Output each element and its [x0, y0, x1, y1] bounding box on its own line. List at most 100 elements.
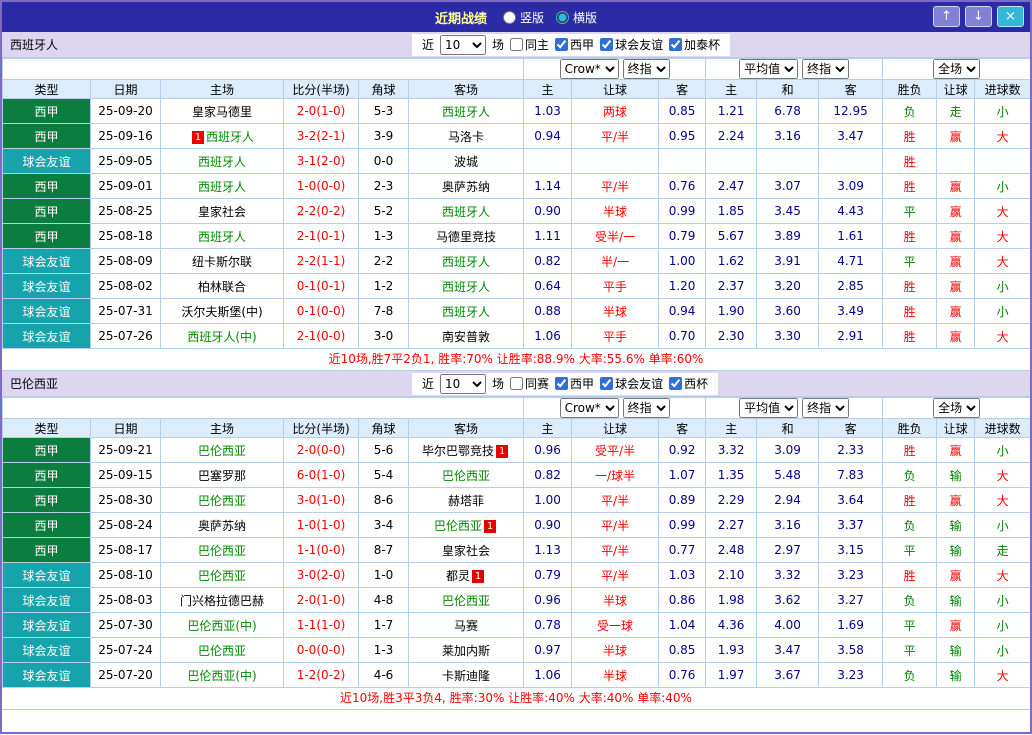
away-team[interactable]: 波城: [409, 149, 524, 174]
result-outcome: 胜: [883, 324, 937, 349]
away-team[interactable]: 西班牙人: [409, 99, 524, 124]
checkbox[interactable]: [600, 38, 613, 51]
away-team[interactable]: 马德里竞技: [409, 224, 524, 249]
filter-checkbox[interactable]: 西杯: [669, 375, 708, 392]
euro-home-odds: 2.29: [706, 488, 757, 513]
home-team[interactable]: 巴伦西亚: [161, 638, 284, 663]
away-team[interactable]: 南安普敦: [409, 324, 524, 349]
layout-radio[interactable]: [503, 11, 516, 24]
home-team[interactable]: 皇家马德里: [161, 99, 284, 124]
match-type: 球会友谊: [3, 613, 91, 638]
result-handicap: 输: [937, 638, 975, 663]
filter-checkbox[interactable]: 西甲: [555, 36, 594, 53]
match-row: 球会友谊25-07-20巴伦西亚(中)1-2(0-2)4-6卡斯迪隆1.06半球…: [3, 663, 1031, 688]
home-team[interactable]: 柏林联合: [161, 274, 284, 299]
asian-home-odds: 1.11: [524, 224, 572, 249]
scope-select[interactable]: 全场: [933, 59, 980, 79]
euro-draw-odds: 3.91: [757, 249, 819, 274]
corner-score: 3-9: [359, 124, 409, 149]
match-date: 25-07-30: [91, 613, 161, 638]
checkbox[interactable]: [510, 38, 523, 51]
away-team[interactable]: 巴伦西亚: [409, 463, 524, 488]
home-team[interactable]: 奥萨苏纳: [161, 513, 284, 538]
recent-count-select[interactable]: 10: [440, 374, 486, 394]
move-down-button[interactable]: ↓: [965, 6, 992, 27]
home-team[interactable]: 巴伦西亚: [161, 538, 284, 563]
filter-checkbox[interactable]: 西甲: [555, 375, 594, 392]
home-team[interactable]: 西班牙人: [161, 174, 284, 199]
asian-home-odds: 0.79: [524, 563, 572, 588]
scope-select[interactable]: 全场: [933, 398, 980, 418]
result-goals: 小: [975, 588, 1031, 613]
match-row: 西甲25-09-15巴塞罗那6-0(1-0)5-4巴伦西亚0.82一/球半1.0…: [3, 463, 1031, 488]
checkbox[interactable]: [669, 377, 682, 390]
euro-odds-type-select[interactable]: 终指: [802, 398, 849, 418]
match-type: 球会友谊: [3, 299, 91, 324]
result-handicap: 输: [937, 513, 975, 538]
euro-odds-mode-select[interactable]: 平均值: [739, 398, 798, 418]
home-team[interactable]: 巴伦西亚(中): [161, 613, 284, 638]
home-team[interactable]: 沃尔夫斯堡(中): [161, 299, 284, 324]
checkbox[interactable]: [510, 377, 523, 390]
away-team[interactable]: 西班牙人: [409, 199, 524, 224]
home-team[interactable]: 门兴格拉德巴赫: [161, 588, 284, 613]
move-up-button[interactable]: ↑: [933, 6, 960, 27]
away-team[interactable]: 皇家社会: [409, 538, 524, 563]
checkbox[interactable]: [555, 38, 568, 51]
away-team[interactable]: 西班牙人: [409, 274, 524, 299]
away-team[interactable]: 卡斯迪隆: [409, 663, 524, 688]
home-team[interactable]: 巴伦西亚: [161, 438, 284, 463]
away-team[interactable]: 西班牙人: [409, 249, 524, 274]
away-team[interactable]: 巴伦西亚: [409, 588, 524, 613]
layout-option[interactable]: 竖版: [503, 9, 544, 26]
away-team[interactable]: 巴伦西亚1: [409, 513, 524, 538]
asian-home-odds: [524, 149, 572, 174]
match-type: 西甲: [3, 513, 91, 538]
home-team[interactable]: 皇家社会: [161, 199, 284, 224]
euro-odds-type-select[interactable]: 终指: [802, 59, 849, 79]
matches-table: Crow*终指平均值终指全场类型日期主场比分(半场)角球客场主让球客主和客胜负让…: [2, 397, 1031, 688]
odds-source-select[interactable]: Crow*: [560, 398, 619, 418]
home-team[interactable]: 西班牙人: [161, 149, 284, 174]
away-team[interactable]: 西班牙人: [409, 299, 524, 324]
asian-home-odds: 1.13: [524, 538, 572, 563]
away-team[interactable]: 奥萨苏纳: [409, 174, 524, 199]
home-team[interactable]: 1西班牙人: [161, 124, 284, 149]
home-team[interactable]: 巴伦西亚: [161, 563, 284, 588]
away-team[interactable]: 莱加内斯: [409, 638, 524, 663]
away-team[interactable]: 毕尔巴鄂竞技1: [409, 438, 524, 463]
checkbox[interactable]: [669, 38, 682, 51]
home-team[interactable]: 纽卡斯尔联: [161, 249, 284, 274]
filter-checkbox[interactable]: 加泰杯: [669, 36, 720, 53]
away-team[interactable]: 马洛卡: [409, 124, 524, 149]
column-header: 日期: [91, 80, 161, 99]
filter-checkbox[interactable]: 球会友谊: [600, 36, 663, 53]
checkbox[interactable]: [600, 377, 613, 390]
asian-odds-type-select[interactable]: 终指: [623, 398, 670, 418]
checkbox[interactable]: [555, 377, 568, 390]
recent-count-select[interactable]: 10: [440, 35, 486, 55]
corner-score: 5-2: [359, 199, 409, 224]
result-outcome: 胜: [883, 149, 937, 174]
home-team[interactable]: 西班牙人: [161, 224, 284, 249]
euro-odds-mode-select[interactable]: 平均值: [739, 59, 798, 79]
match-type: 球会友谊: [3, 663, 91, 688]
match-type: 球会友谊: [3, 638, 91, 663]
home-team[interactable]: 西班牙人(中): [161, 324, 284, 349]
away-team[interactable]: 赫塔菲: [409, 488, 524, 513]
close-button[interactable]: ×: [997, 6, 1024, 27]
home-team[interactable]: 巴伦西亚(中): [161, 663, 284, 688]
asian-odds-type-select[interactable]: 终指: [623, 59, 670, 79]
away-team[interactable]: 都灵1: [409, 563, 524, 588]
filter-checkbox[interactable]: 同主: [510, 36, 549, 53]
odds-source-select[interactable]: Crow*: [560, 59, 619, 79]
away-team[interactable]: 马赛: [409, 613, 524, 638]
layout-radio[interactable]: [556, 11, 569, 24]
asian-away-odds: [659, 149, 706, 174]
filter-checkbox[interactable]: 球会友谊: [600, 375, 663, 392]
home-team[interactable]: 巴伦西亚: [161, 488, 284, 513]
layout-option[interactable]: 横版: [556, 9, 597, 26]
score: 3-1(2-0): [284, 149, 359, 174]
filter-checkbox[interactable]: 同赛: [510, 375, 549, 392]
home-team[interactable]: 巴塞罗那: [161, 463, 284, 488]
